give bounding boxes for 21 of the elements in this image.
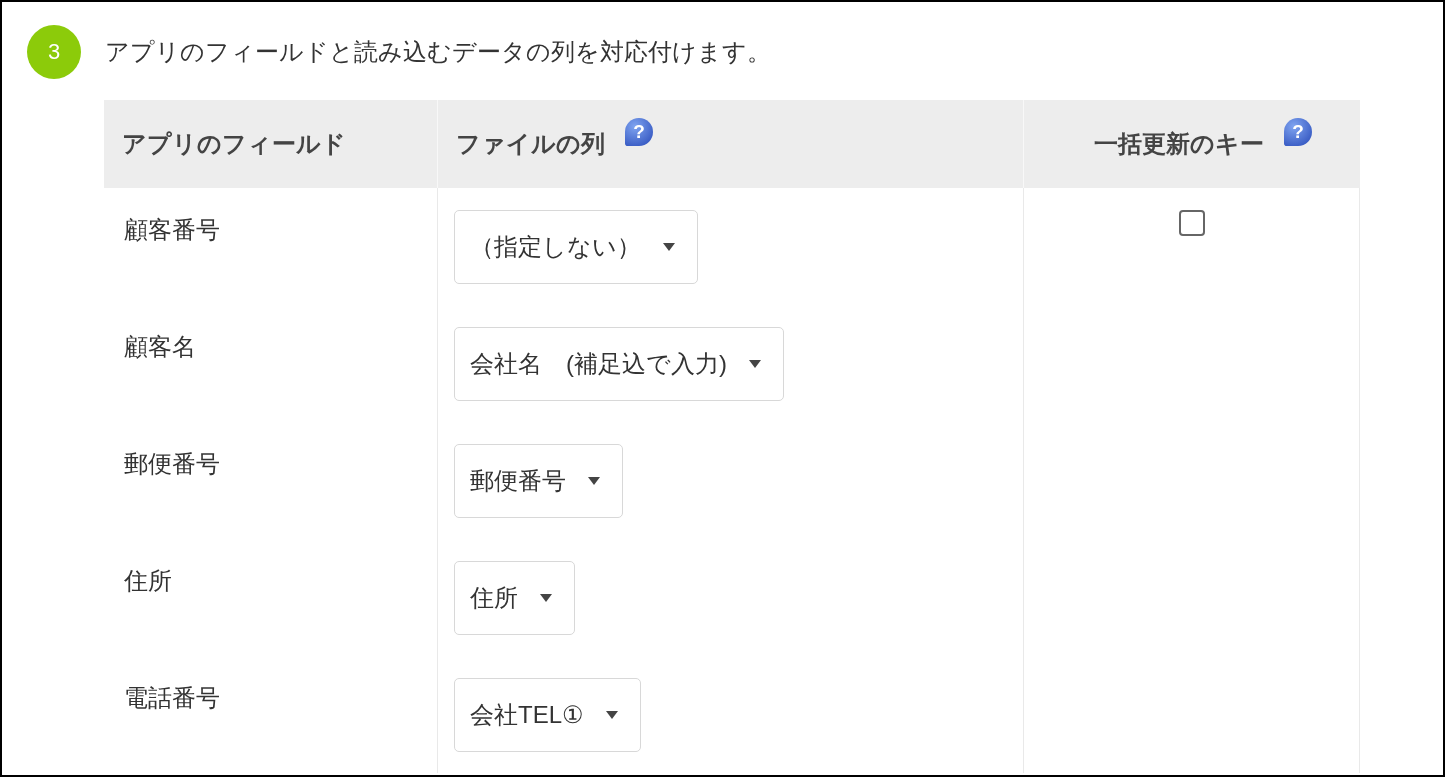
field-name: 住所 — [123, 566, 172, 596]
field-name: 顧客番号 — [123, 215, 220, 245]
caret-icon — [663, 242, 675, 252]
column-label: ファイルの列 — [456, 129, 605, 159]
column-dropdown[interactable]: （指定しない） — [454, 210, 698, 284]
column-dropdown[interactable]: 会社名 (補足込で入力) — [454, 327, 784, 401]
field-name: 顧客名 — [123, 332, 196, 362]
field-name: 郵便番号 — [123, 449, 220, 479]
caret-icon — [606, 710, 618, 720]
step-instruction: アプリのフィールドと読み込むデータの列を対応付けます。 — [105, 37, 771, 67]
column-label: アプリのフィールド — [122, 129, 346, 159]
caret-icon — [540, 593, 552, 603]
column-dropdown[interactable]: 会社TEL① — [454, 678, 641, 752]
column-label: 一括更新のキー — [1094, 129, 1264, 159]
caret-icon — [588, 476, 600, 486]
column-dropdown[interactable]: 郵便番号 — [454, 444, 623, 518]
key-checkbox[interactable] — [1178, 210, 1205, 236]
caret-icon — [749, 359, 761, 369]
field-name: 電話番号 — [123, 683, 220, 713]
step-badge: 3 — [27, 25, 81, 79]
column-dropdown[interactable]: 住所 — [454, 561, 575, 635]
